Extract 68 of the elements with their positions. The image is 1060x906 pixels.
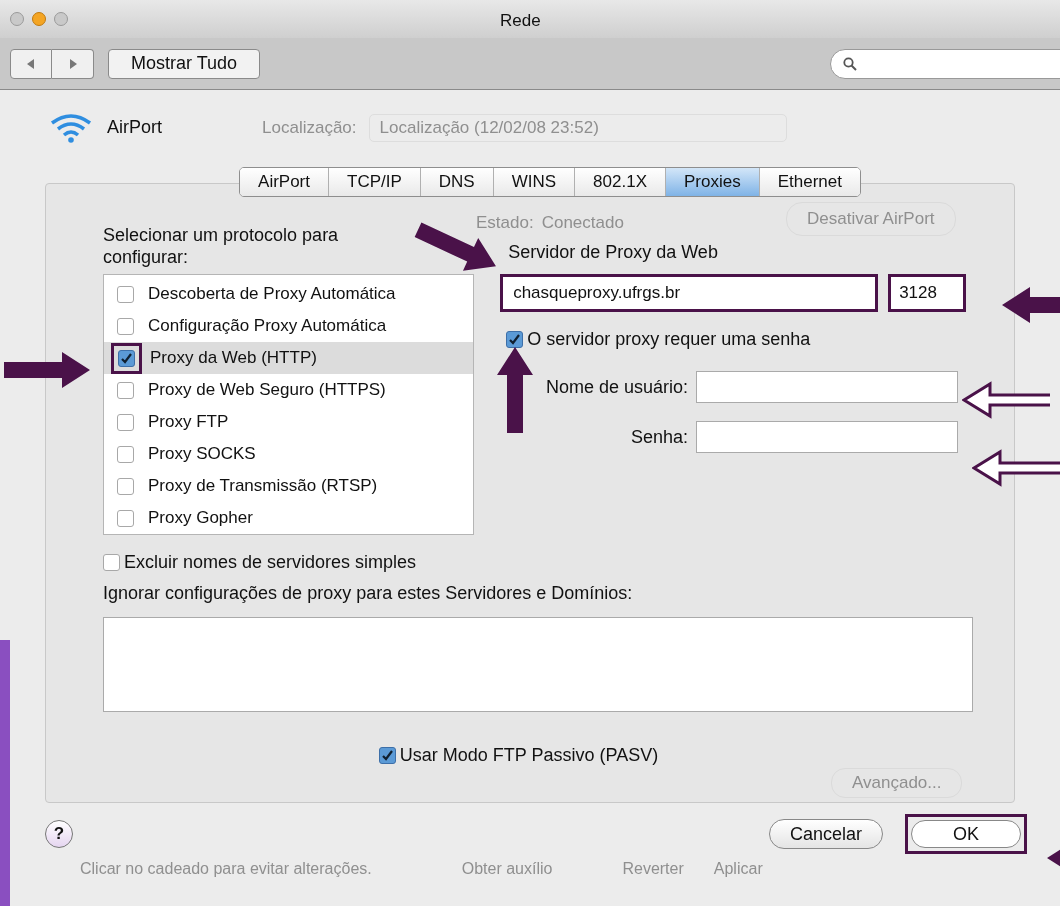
location-label: Localização:: [262, 116, 357, 139]
password-label: Senha:: [630, 425, 690, 449]
checkbox[interactable]: [117, 317, 134, 335]
location-popup: Localização (12/02/08 23:52): [368, 113, 787, 142]
wifi-icon: [49, 112, 93, 143]
checkbox[interactable]: [506, 331, 524, 348]
checkbox[interactable]: [117, 285, 134, 303]
port-field[interactable]: 3128: [888, 274, 967, 312]
username-field[interactable]: [696, 371, 959, 403]
revert-label: Reverter: [622, 859, 684, 879]
hollow-arrow-icon: [962, 380, 1052, 420]
protocol-name: Proxy de Transmissão (RTSP): [148, 475, 378, 498]
checkbox[interactable]: [117, 413, 134, 431]
close-button[interactable]: [10, 12, 24, 26]
search-icon: [843, 56, 857, 71]
checkbox[interactable]: [378, 747, 396, 764]
service-name: AirPort: [107, 116, 162, 139]
passive-ftp-label: Usar Modo FTP Passivo (PASV): [399, 744, 659, 767]
tab[interactable]: Ethernet: [758, 168, 860, 196]
host-field[interactable]: chasqueproxy.ufrgs.br: [500, 274, 879, 312]
window-title: Rede: [500, 10, 541, 32]
lock-text: Clicar no cadeado para evitar alterações.: [80, 859, 372, 879]
tab[interactable]: 802.1X: [574, 168, 665, 196]
checkbox[interactable]: [103, 554, 120, 571]
protocol-name: Proxy SOCKS: [148, 443, 256, 466]
protocol-name: Proxy Gopher: [148, 507, 253, 530]
password-field[interactable]: [696, 421, 959, 453]
username-label: Nome de usuário:: [545, 375, 690, 399]
bypass-field[interactable]: [103, 617, 973, 712]
protocol-name: Descoberta de Proxy Automática: [148, 283, 396, 306]
tab[interactable]: AirPort: [240, 168, 328, 196]
left-triangle-icon: [27, 58, 35, 69]
tab[interactable]: DNS: [419, 168, 493, 196]
arrow-icon: [2, 350, 92, 390]
right-triangle-icon: [68, 58, 77, 69]
search-field[interactable]: [830, 48, 1060, 79]
protocol-item[interactable]: Proxy da Web (HTTP): [104, 342, 474, 374]
protocol-name: Proxy da Web (HTTP): [150, 347, 317, 370]
checkbox[interactable]: [117, 445, 134, 463]
show-all-button[interactable]: Mostrar Tudo: [108, 48, 261, 79]
tab[interactable]: TCP/IP: [328, 168, 420, 196]
tab[interactable]: WINS: [492, 168, 575, 196]
hollow-arrow-icon: [972, 448, 1060, 488]
requires-password-label: O servidor proxy requer uma senha: [527, 328, 811, 351]
protocol-name: Proxy FTP: [148, 411, 229, 434]
cancel-button[interactable]: Cancelar: [768, 819, 883, 849]
zoom-button[interactable]: [54, 12, 68, 26]
tab[interactable]: Proxies: [665, 168, 759, 196]
apply-label: Aplicar: [713, 859, 763, 879]
forward-button[interactable]: [52, 48, 94, 79]
bypass-label: Ignorar configurações de proxy para estes Servidores e Domínios:: [103, 582, 634, 605]
status-label: Estado:: [476, 212, 534, 234]
checkbox[interactable]: [117, 509, 134, 527]
minimize-button[interactable]: [32, 12, 46, 26]
ok-button[interactable]: OK: [911, 820, 1021, 848]
arrow-icon: [495, 345, 535, 435]
protocol-name: Proxy de Web Seguro (HTTPS): [148, 379, 386, 402]
back-button[interactable]: [10, 48, 52, 79]
help-button[interactable]: ?: [45, 820, 73, 848]
checkbox[interactable]: [117, 381, 134, 399]
checkbox[interactable]: [117, 477, 134, 495]
exclude-simple-label: Excluir nomes de servidores simples: [124, 551, 417, 574]
protocol-label: Selecionar um protocolo para configurar:: [103, 224, 340, 269]
status-value: Conectado: [541, 212, 624, 234]
assist-label: Obter auxílio: [461, 859, 553, 879]
protocol-name: Configuração Proxy Automática: [148, 315, 387, 338]
proxy-server-label: Servidor de Proxy da Web: [507, 241, 719, 264]
checkbox[interactable]: [118, 349, 135, 367]
